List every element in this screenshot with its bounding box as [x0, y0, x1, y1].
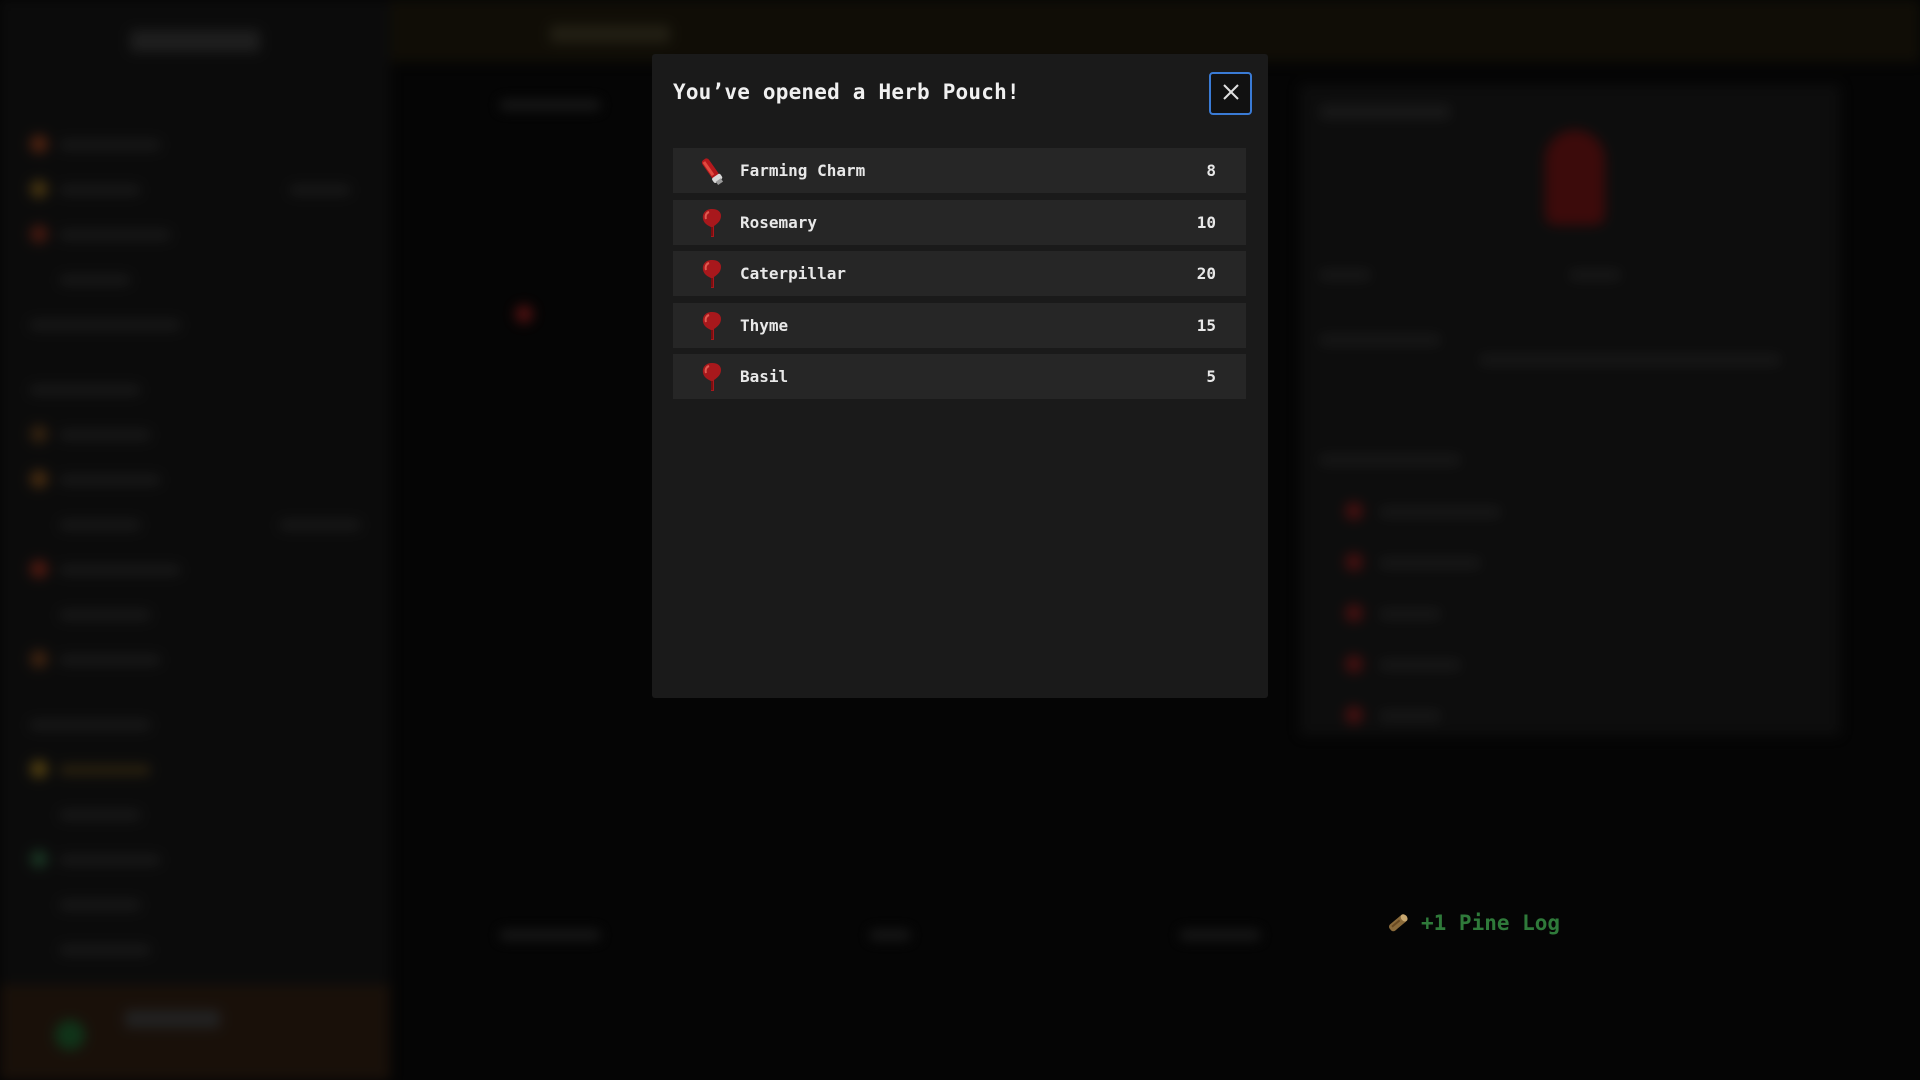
loot-toast: +1 Pine Log	[1385, 910, 1560, 936]
background-text	[30, 320, 180, 330]
background-text	[60, 810, 140, 820]
background-icon	[515, 305, 533, 323]
background-icon	[30, 650, 48, 668]
background-text	[60, 430, 150, 440]
background-text	[60, 765, 150, 775]
background-logo	[130, 30, 260, 52]
background-text	[280, 520, 360, 530]
background-text	[60, 520, 140, 530]
background-text	[30, 385, 140, 395]
background-text	[1320, 455, 1460, 465]
background-text	[1570, 270, 1620, 280]
background-text	[500, 930, 600, 940]
list-item[interactable]: Basil 5	[673, 354, 1246, 399]
toast-text: +1 Pine Log	[1421, 911, 1561, 935]
background-text	[1380, 507, 1500, 517]
charm-icon	[697, 155, 727, 187]
background-text	[60, 185, 140, 195]
background-avatar	[55, 1020, 85, 1050]
herb-icon	[697, 258, 727, 290]
background-text	[125, 1010, 220, 1028]
item-quantity: 5	[1206, 367, 1216, 386]
background-text	[30, 720, 150, 730]
background-text	[1380, 711, 1440, 721]
background-topbar-title	[550, 25, 670, 43]
background-text	[60, 655, 160, 665]
background-text	[1320, 270, 1370, 280]
background-text	[60, 855, 160, 865]
background-icon	[1345, 604, 1363, 622]
background-text	[60, 140, 160, 150]
list-item[interactable]: Rosemary 10	[673, 199, 1246, 245]
herb-pouch-modal: You’ve opened a Herb Pouch! Farming Char…	[652, 54, 1268, 698]
background-text	[60, 610, 150, 620]
background-icon	[30, 225, 48, 243]
background-text	[500, 100, 600, 110]
item-quantity: 15	[1196, 315, 1216, 335]
background-text	[1320, 335, 1440, 345]
background-text	[870, 930, 910, 940]
background-text	[1380, 558, 1480, 568]
item-name: Thyme	[740, 315, 789, 335]
background-text	[60, 275, 130, 285]
item-name: Basil	[740, 367, 789, 386]
background-text	[60, 475, 160, 485]
item-quantity: 20	[1196, 264, 1216, 283]
item-name: Caterpillar	[740, 264, 846, 283]
background-text	[290, 185, 350, 195]
herb-icon	[697, 310, 727, 342]
background-text	[60, 900, 140, 910]
background-icon	[30, 560, 48, 578]
background-sidebar	[0, 0, 390, 1080]
background-icon	[30, 135, 48, 153]
herb-icon	[697, 207, 727, 239]
item-name: Rosemary	[740, 212, 818, 232]
background-icon	[1345, 655, 1363, 673]
background-text	[1180, 930, 1260, 940]
background-herb-icon	[1545, 130, 1605, 225]
item-name: Farming Charm	[740, 161, 866, 180]
loot-list: Farming Charm 8 Rosemary 10 Caterpillar …	[673, 148, 1246, 406]
background-icon	[30, 760, 48, 778]
background-icon	[1345, 706, 1363, 724]
list-item[interactable]: Caterpillar 20	[673, 251, 1246, 296]
background-text	[1320, 105, 1450, 119]
list-item[interactable]: Farming Charm 8	[673, 148, 1246, 193]
background-text	[60, 945, 150, 955]
item-quantity: 8	[1206, 161, 1216, 180]
herb-icon	[697, 361, 727, 393]
background-icon	[30, 470, 48, 488]
background-icon	[30, 425, 48, 443]
background-text	[60, 230, 170, 240]
background-icon	[1345, 502, 1363, 520]
background-text	[60, 565, 180, 575]
background-icon	[30, 850, 48, 868]
background-text	[1480, 355, 1780, 365]
background-text	[1380, 660, 1460, 670]
close-button[interactable]	[1209, 72, 1252, 115]
background-icon	[1345, 553, 1363, 571]
background-text	[1380, 609, 1440, 619]
list-item[interactable]: Thyme 15	[673, 302, 1246, 348]
background-icon	[30, 180, 48, 198]
log-icon	[1385, 910, 1411, 936]
modal-title: You’ve opened a Herb Pouch!	[673, 80, 1020, 104]
item-quantity: 10	[1196, 212, 1216, 232]
close-icon	[1222, 83, 1240, 105]
